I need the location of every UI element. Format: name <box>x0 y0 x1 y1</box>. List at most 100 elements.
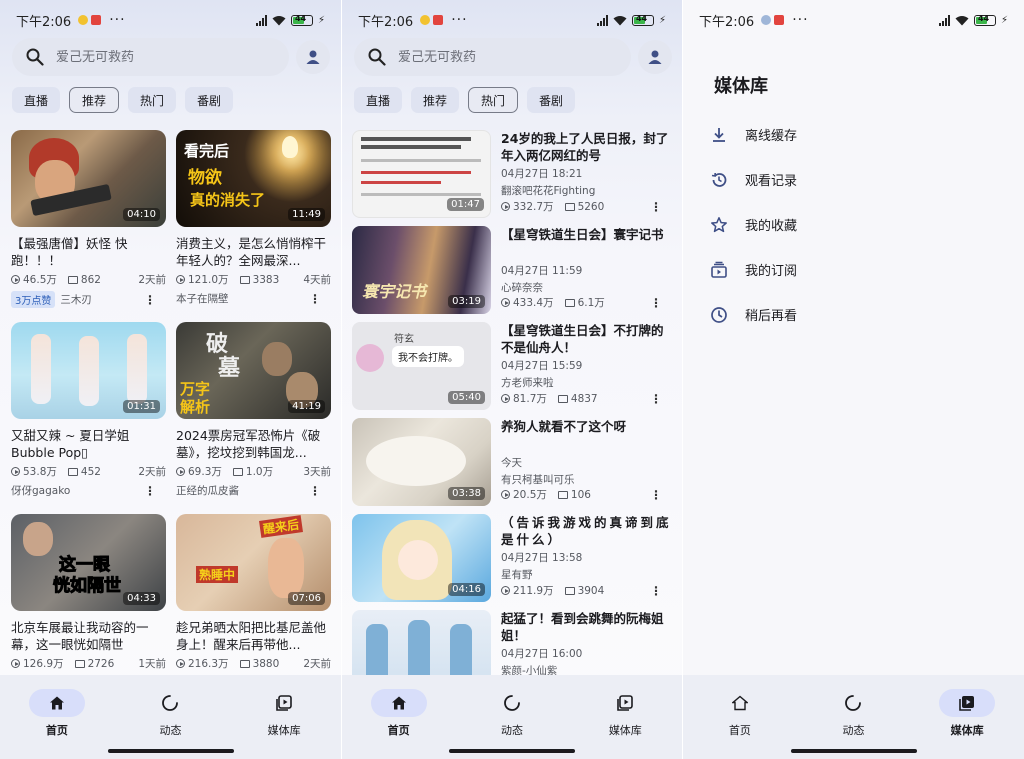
video-row[interactable]: 01:47 24岁的我上了人民日报，封了年入两亿网红的号 04月27日 18:2… <box>352 130 672 218</box>
search-bar[interactable] <box>354 38 631 76</box>
uploader-name: 翻滚吧花花Fighting <box>501 185 596 197</box>
gesture-bar[interactable] <box>790 749 917 753</box>
nav-dynamic[interactable]: 动态 <box>130 679 210 759</box>
user-avatar-button[interactable] <box>638 40 672 74</box>
video-thumbnail[interactable]: 寰宇记书 03:19 <box>352 226 491 314</box>
thumbnail-caption: 符玄 <box>394 334 414 345</box>
gesture-bar[interactable] <box>107 749 234 753</box>
upload-time: 2天前 <box>303 658 331 670</box>
more-options-icon[interactable]: ⋮ <box>650 585 662 597</box>
video-card[interactable]: 这一眼 恍如隔世 04:33 北京车展最让我动容的一幕，这一眼恍如隔世 126.… <box>11 514 166 671</box>
library-item-subscriptions[interactable]: 我的订阅 <box>709 247 797 292</box>
chip-live[interactable]: 直播 <box>354 87 403 113</box>
chip-live[interactable]: 直播 <box>12 87 61 113</box>
gesture-bar[interactable] <box>449 749 575 753</box>
video-thumbnail[interactable]: 04:10 <box>11 130 166 227</box>
more-options-icon[interactable]: ⋮ <box>144 485 156 497</box>
nav-home[interactable]: 首页 <box>359 679 439 759</box>
video-thumbnail[interactable]: 这一眼 恍如隔世 04:33 <box>11 514 166 611</box>
video-card[interactable]: 01:31 又甜又辣 ~ 夏日学姐 Bubble Pop▯ 53.8万 452 … <box>11 322 166 498</box>
danmaku-count: 3383 <box>252 273 280 286</box>
page-title: 媒体库 <box>714 76 768 97</box>
more-options-icon[interactable]: ⋮ <box>650 297 662 309</box>
search-bar[interactable] <box>12 38 289 76</box>
nav-library[interactable]: 媒体库 <box>927 679 1007 759</box>
chip-anime[interactable]: 番剧 <box>527 87 576 113</box>
nav-home[interactable]: 首页 <box>17 679 97 759</box>
nav-home[interactable]: 首页 <box>700 679 780 759</box>
more-options-icon[interactable]: ⋮ <box>309 293 321 305</box>
chip-hot[interactable]: 热门 <box>468 87 519 113</box>
video-thumbnail[interactable]: 04:16 <box>352 514 491 602</box>
video-info: 养狗人就看不了这个呀 今天 有只柯基叫可乐 20.5万 106 ⋮ <box>501 418 672 506</box>
library-item-watch-later[interactable]: 稍后再看 <box>709 292 797 337</box>
uploader-line: 伢伢gagako ⋮ <box>11 483 166 498</box>
video-duration: 41:19 <box>288 400 325 413</box>
nav-library[interactable]: 媒体库 <box>244 679 324 759</box>
danmaku-count: 1.0万 <box>245 466 274 478</box>
video-thumbnail[interactable]: 01:47 <box>352 130 491 218</box>
play-count: 69.3万 <box>188 466 222 478</box>
chip-recommend[interactable]: 推荐 <box>69 87 120 113</box>
video-row[interactable]: 符玄 我不会打牌。 05:40 【星穹铁道生日会】不打牌的不是仙舟人！ 04月2… <box>352 322 672 410</box>
video-stats: 216.3万 3880 2天前 <box>176 656 331 671</box>
video-thumbnail[interactable]: 03:38 <box>352 418 491 506</box>
user-avatar-button[interactable] <box>296 40 330 74</box>
play-count: 53.8万 <box>23 466 57 478</box>
status-bar: 下午2:06 ··· 44 ⚡ <box>0 0 341 40</box>
library-item-history[interactable]: 观看记录 <box>709 157 797 202</box>
more-options-icon[interactable]: ⋮ <box>309 485 321 497</box>
library-item-offline-cache[interactable]: 离线缓存 <box>709 112 797 157</box>
video-title: 又甜又辣 ~ 夏日学姐 Bubble Pop▯ <box>11 428 130 460</box>
video-row[interactable]: 寰宇记书 03:19 【星穹铁道生日会】寰宇记书 04月27日 11:59 心碎… <box>352 226 672 314</box>
video-stats: 211.9万 3904 ⋮ <box>501 583 672 598</box>
uploader-name: 本子在隔壁 <box>176 293 229 305</box>
publish-date: 04月27日 18:21 <box>501 168 583 180</box>
chip-recommend[interactable]: 推荐 <box>411 87 460 113</box>
publish-date: 04月27日 11:59 <box>501 265 583 277</box>
search-input[interactable] <box>56 49 256 65</box>
more-options-icon[interactable]: ⋮ <box>650 201 662 213</box>
more-options-icon[interactable]: ⋮ <box>144 294 156 306</box>
video-thumbnail[interactable]: 看完后 物欲 真的消失了 11:49 <box>176 130 331 227</box>
uploader-line: 正经的瓜皮酱 ⋮ <box>176 483 331 498</box>
video-title: 24岁的我上了人民日报，封了年入两亿网红的号 <box>501 131 669 163</box>
danmaku-icon <box>557 490 568 499</box>
play-count-icon <box>176 275 185 284</box>
video-thumbnail[interactable]: 醒来后 熟睡中 07:06 <box>176 514 331 611</box>
uploader-name: 心碎奈奈 <box>501 282 543 294</box>
video-card[interactable]: 破 墓 万字 解析 41:19 2024票房冠军恐怖片《破墓》，挖坟挖到韩国龙.… <box>176 322 331 498</box>
video-card[interactable]: 醒来后 熟睡中 07:06 趁兄弟晒太阳把比基尼盖他身上！醒来后再带他... 2… <box>176 514 331 671</box>
nav-dynamic[interactable]: 动态 <box>813 679 893 759</box>
search-input[interactable] <box>398 49 598 65</box>
upload-time: 2天前 <box>138 274 166 286</box>
play-count: 121.0万 <box>188 274 229 286</box>
video-thumbnail[interactable]: 破 墓 万字 解析 41:19 <box>176 322 331 419</box>
library-item-label: 我的订阅 <box>745 264 798 279</box>
library-icon <box>617 695 634 711</box>
star-icon <box>709 215 729 235</box>
video-card[interactable]: 看完后 物欲 真的消失了 11:49 消费主义，是怎么悄悄榨干年轻人的？全网最深… <box>176 130 331 306</box>
video-thumbnail[interactable]: 符玄 我不会打牌。 05:40 <box>352 322 491 410</box>
nav-library[interactable]: 媒体库 <box>585 679 665 759</box>
danmaku-count: 452 <box>80 465 101 478</box>
play-count: 211.9万 <box>513 585 554 597</box>
screen-recommend: 下午2:06 ··· 44 ⚡ 直播 推荐 热门 番剧 04:10 <box>0 0 341 759</box>
video-info: 24岁的我上了人民日报，封了年入两亿网红的号 04月27日 18:21 翻滚吧花… <box>501 130 672 218</box>
library-item-favorites[interactable]: 我的收藏 <box>709 202 797 247</box>
chip-hot[interactable]: 热门 <box>128 87 177 113</box>
publish-date: 04月27日 13:58 <box>501 552 583 564</box>
danmaku-icon <box>232 467 243 476</box>
video-row[interactable]: 04:16 （告诉我游戏的真谛到底是什么） 04月27日 13:58 星有野 2… <box>352 514 672 602</box>
nav-dynamic[interactable]: 动态 <box>472 679 552 759</box>
more-options-icon[interactable]: ⋮ <box>650 489 662 501</box>
notification-icon <box>420 15 431 25</box>
video-thumbnail[interactable]: 01:31 <box>11 322 166 419</box>
video-stats: 121.0万 3383 4天前 <box>176 272 331 287</box>
more-options-icon[interactable]: ⋮ <box>650 393 662 405</box>
dynamic-icon <box>504 695 520 711</box>
chip-anime[interactable]: 番剧 <box>185 87 234 113</box>
video-card[interactable]: 04:10 【最强唐僧】妖怪 快跑！！！ 46.5万 862 2天前 3万点赞 … <box>11 130 166 308</box>
video-row[interactable]: 03:38 养狗人就看不了这个呀 今天 有只柯基叫可乐 20.5万 106 ⋮ <box>352 418 672 506</box>
upload-time: 1天前 <box>138 658 166 670</box>
